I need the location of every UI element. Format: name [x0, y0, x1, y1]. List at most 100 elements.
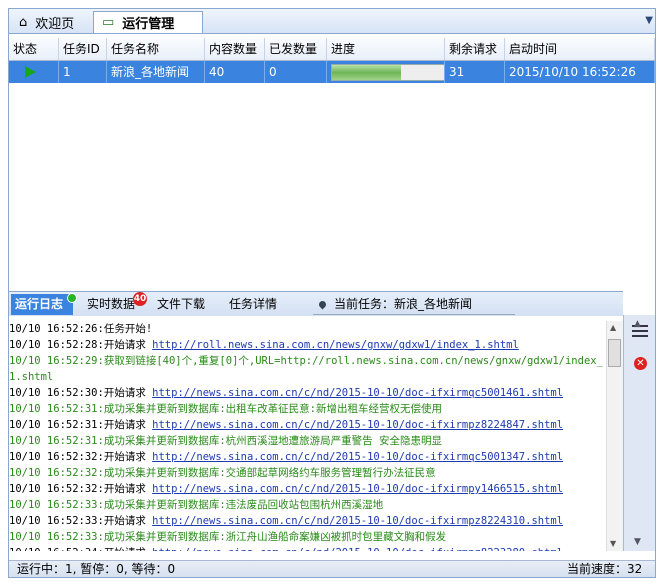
log-url-link[interactable]: http://news.sina.com.cn/c/nd/2015-10-10/…	[152, 451, 563, 463]
table-row[interactable]: 1 新浪_各地新闻 40 0 31 2015/10/10 16:52:26	[9, 61, 655, 83]
log-message: 开始请求	[103, 483, 153, 495]
log-line: 10/10 16:52:34:开始请求 http://news.sina.com…	[9, 545, 605, 551]
scroll-thumb[interactable]	[608, 339, 621, 367]
tab-run-log[interactable]: 运行日志	[11, 294, 73, 315]
tab-run-management[interactable]: ▭ 运行管理	[93, 11, 203, 33]
log-time: 10/10 16:52:32:	[9, 451, 104, 463]
log-message: 开始请求	[103, 515, 153, 527]
col-content-count[interactable]: 内容数量	[205, 38, 265, 60]
log-time: 10/10 16:52:28:	[9, 339, 104, 351]
col-task-name[interactable]: 任务名称	[107, 38, 205, 60]
tab-welcome[interactable]: ⌂ 欢迎页	[11, 11, 93, 33]
log-url-link[interactable]: http://news.sina.com.cn/c/nd/2015-10-10/…	[152, 483, 563, 495]
log-line: 10/10 16:52:33:成功采集并更新到数据库:违法废品回收站包围杭州西溪…	[9, 497, 605, 513]
home-icon: ⌂	[19, 14, 28, 30]
log-time: 10/10 16:52:34:	[9, 547, 104, 551]
content-count-cell: 40	[205, 61, 265, 83]
progress-cell	[327, 61, 445, 83]
speed-text: 当前速度：32 KB/s	[567, 562, 643, 576]
side-scroll-up-icon[interactable]: ▲	[634, 319, 641, 329]
tab-run-management-label: 运行管理	[122, 17, 175, 32]
monitor-icon: ▭	[102, 15, 115, 30]
log-message: 1.shtml	[9, 371, 54, 383]
col-sent-count[interactable]: 已发数量	[265, 38, 327, 60]
log-line: 1.shtml	[9, 369, 605, 385]
log-line: 10/10 16:52:33:开始请求 http://news.sina.com…	[9, 513, 605, 529]
log-line: 10/10 16:52:30:开始请求 http://news.sina.com…	[9, 385, 605, 401]
log-message: 开始请求	[104, 547, 152, 551]
log-line: 10/10 16:52:28:开始请求 http://roll.news.sin…	[9, 337, 605, 353]
sent-count-cell: 0	[265, 61, 327, 83]
log-message: 成功采集并更新到数据库:违法废品回收站包围杭州西溪湿地	[103, 499, 384, 511]
tab-dropdown-icon[interactable]: ▼	[645, 15, 653, 26]
log-url-link[interactable]: http://roll.news.sina.com.cn/news/gnxw/g…	[152, 339, 519, 351]
bottom-tab-bar: 运行日志 实时数据 40 文件下载 任务详情 当前任务：新浪_各地新闻	[9, 291, 623, 316]
realtime-count-badge: 40	[133, 292, 147, 306]
log-time: 10/10 16:52:29:	[9, 355, 104, 367]
log-scrollbar[interactable]: ▲ ▼	[606, 321, 623, 551]
log-line: 10/10 16:52:32:开始请求 http://news.sina.com…	[9, 481, 605, 497]
col-remaining[interactable]: 剩余请求	[445, 38, 505, 60]
log-message: 开始请求	[103, 387, 153, 399]
log-line: 10/10 16:52:29:获取到链接[40]个,重复[0]个,URL=htt…	[9, 353, 605, 369]
play-icon	[25, 66, 36, 78]
log-message: 成功采集并更新到数据库:浙江舟山渔船命案嫌凶被抓时包里藏文胸和假发	[103, 531, 447, 543]
log-url-link[interactable]: http://news.sina.com.cn/c/nd/2015-10-10/…	[152, 387, 563, 399]
col-progress[interactable]: 进度	[327, 38, 445, 60]
log-url-link[interactable]: http://news.sina.com.cn/c/nd/2015-10-10/…	[152, 419, 563, 431]
log-message: 成功采集并更新到数据库:出租车改革征民意:新增出租车经营权无偿使用	[103, 403, 442, 415]
scroll-up-icon[interactable]: ▲	[610, 323, 616, 332]
col-status[interactable]: 状态	[9, 38, 59, 60]
log-time: 10/10 16:52:32:	[9, 483, 104, 495]
log-message: 任务开始!	[103, 323, 153, 335]
log-time: 10/10 16:52:31:	[9, 403, 104, 415]
active-indicator-icon	[67, 293, 77, 303]
log-time: 10/10 16:52:32:	[9, 467, 104, 479]
remaining-cell: 31	[445, 61, 505, 83]
task-name-cell: 新浪_各地新闻	[107, 61, 205, 83]
log-line: 10/10 16:52:33:成功采集并更新到数据库:浙江舟山渔船命案嫌凶被抓时…	[9, 529, 605, 545]
log-time: 10/10 16:52:31:	[9, 435, 104, 447]
tab-welcome-label: 欢迎页	[35, 16, 75, 32]
log-time: 10/10 16:52:30:	[9, 387, 104, 399]
app-window: ⌂ 欢迎页 ▭ 运行管理 ▼ 状态 任务ID 任务名称 内容数量 已发数量 进度…	[8, 8, 656, 578]
log-line: 10/10 16:52:32:开始请求 http://news.sina.com…	[9, 449, 605, 465]
log-message: 开始请求	[103, 451, 153, 463]
side-scroll-down-icon[interactable]: ▼	[634, 537, 641, 547]
log-line: 10/10 16:52:31:成功采集并更新到数据库:杭州西溪湿地遭旅游局严重警…	[9, 433, 605, 449]
progress-fill	[332, 65, 402, 80]
progress-bar	[331, 64, 444, 81]
log-line: 10/10 16:52:31:开始请求 http://news.sina.com…	[9, 417, 605, 433]
col-start-time[interactable]: 启动时间	[505, 38, 655, 60]
log-time: 10/10 16:52:33:	[9, 515, 104, 527]
clear-log-icon[interactable]: ✕	[634, 357, 647, 370]
tab-file-download[interactable]: 文件下载	[153, 294, 209, 315]
status-bar: 运行中：1, 暂停：0, 等待：0 当前速度：32 KB/s	[9, 560, 655, 577]
scroll-down-icon[interactable]: ▼	[610, 539, 616, 548]
log-time: 10/10 16:52:33:	[9, 499, 104, 511]
log-message: 开始请求	[103, 339, 153, 351]
current-task: 当前任务：新浪_各地新闻	[313, 294, 515, 315]
grid-header: 状态 任务ID 任务名称 内容数量 已发数量 进度 剩余请求 启动时间	[9, 38, 655, 61]
log-line: 10/10 16:52:26:任务开始!	[9, 321, 605, 337]
tab-realtime-data[interactable]: 实时数据	[83, 294, 139, 315]
log-url-link[interactable]: http://news.sina.com.cn/c/nd/2015-10-10/…	[152, 515, 563, 527]
tab-task-details[interactable]: 任务详情	[225, 294, 281, 315]
col-task-id[interactable]: 任务ID	[59, 38, 107, 60]
task-id-cell: 1	[59, 61, 107, 83]
status-cell	[9, 61, 59, 83]
side-toolbar: ✕ ▲ ▼	[623, 315, 655, 551]
log-message: 开始请求	[103, 419, 153, 431]
log-message: 成功采集并更新到数据库:交通部起草网络约车服务管理暂行办法征民意	[103, 467, 436, 479]
run-status-text: 运行中：1, 暂停：0, 等待：0	[17, 562, 176, 576]
log-time: 10/10 16:52:31:	[9, 419, 104, 431]
log-panel[interactable]: 10/10 16:52:26:任务开始! 10/10 16:52:28:开始请求 …	[9, 321, 605, 551]
task-grid: 状态 任务ID 任务名称 内容数量 已发数量 进度 剩余请求 启动时间 1 新浪…	[9, 38, 655, 83]
log-time: 10/10 16:52:26:	[9, 323, 104, 335]
log-line: 10/10 16:52:31:成功采集并更新到数据库:出租车改革征民意:新增出租…	[9, 401, 605, 417]
log-line: 10/10 16:52:32:成功采集并更新到数据库:交通部起草网络约车服务管理…	[9, 465, 605, 481]
location-pin-icon	[317, 299, 328, 310]
log-url-link[interactable]: http://news.sina.com.cn/c/nd/2015-10-10/…	[152, 547, 563, 551]
current-task-label: 当前任务：新浪_各地新闻	[334, 297, 473, 311]
log-message: 获取到链接[40]个,重复[0]个,URL=http://roll.news.s…	[103, 355, 603, 367]
